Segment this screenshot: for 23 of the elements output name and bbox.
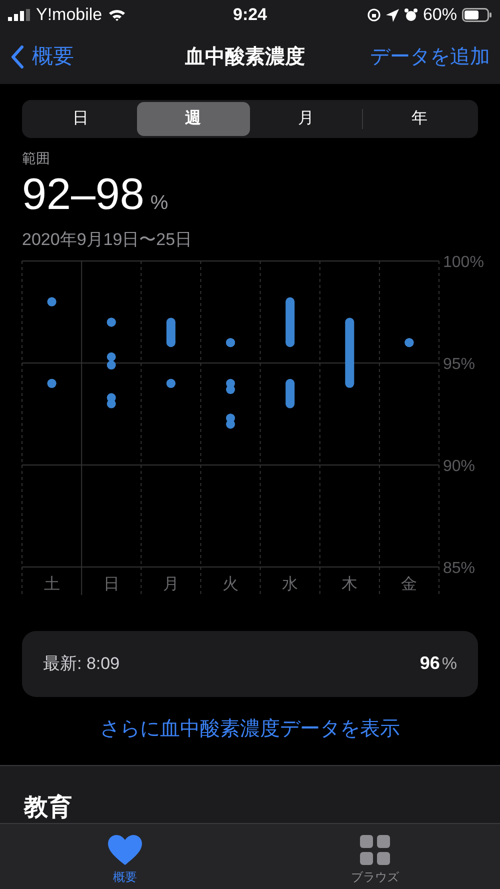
range-label: 範囲 — [22, 149, 51, 168]
latest-label: 最新: 8:09 — [43, 652, 121, 675]
x-axis-label: 日 — [103, 576, 120, 592]
x-axis-label: 月 — [162, 576, 179, 592]
battery-percent: 60% — [422, 4, 457, 26]
y-axis-label: 95% — [443, 356, 476, 372]
clock-time: 9:24 — [232, 4, 268, 26]
x-axis-label: 土 — [44, 576, 60, 592]
latest-unit: % — [442, 652, 457, 675]
y-axis-label: 100% — [443, 254, 484, 270]
latest-value: 96 — [420, 652, 440, 675]
x-axis-label: 金 — [401, 576, 418, 592]
range-value: 92–98 — [22, 173, 144, 217]
x-axis-label: 火 — [222, 576, 238, 592]
y-axis-label: 90% — [443, 458, 476, 474]
range-unit: % — [150, 193, 168, 213]
date-range: 2020年9月19日〜25日 — [22, 229, 194, 251]
x-axis-label: 水 — [282, 576, 298, 592]
page-title: 血中酸素濃度 — [184, 44, 306, 70]
x-axis-label: 木 — [342, 576, 358, 592]
y-axis-label: 85% — [443, 560, 476, 576]
section-heading: 教育 — [24, 796, 73, 820]
carrier-name: Y!mobile — [36, 4, 102, 26]
